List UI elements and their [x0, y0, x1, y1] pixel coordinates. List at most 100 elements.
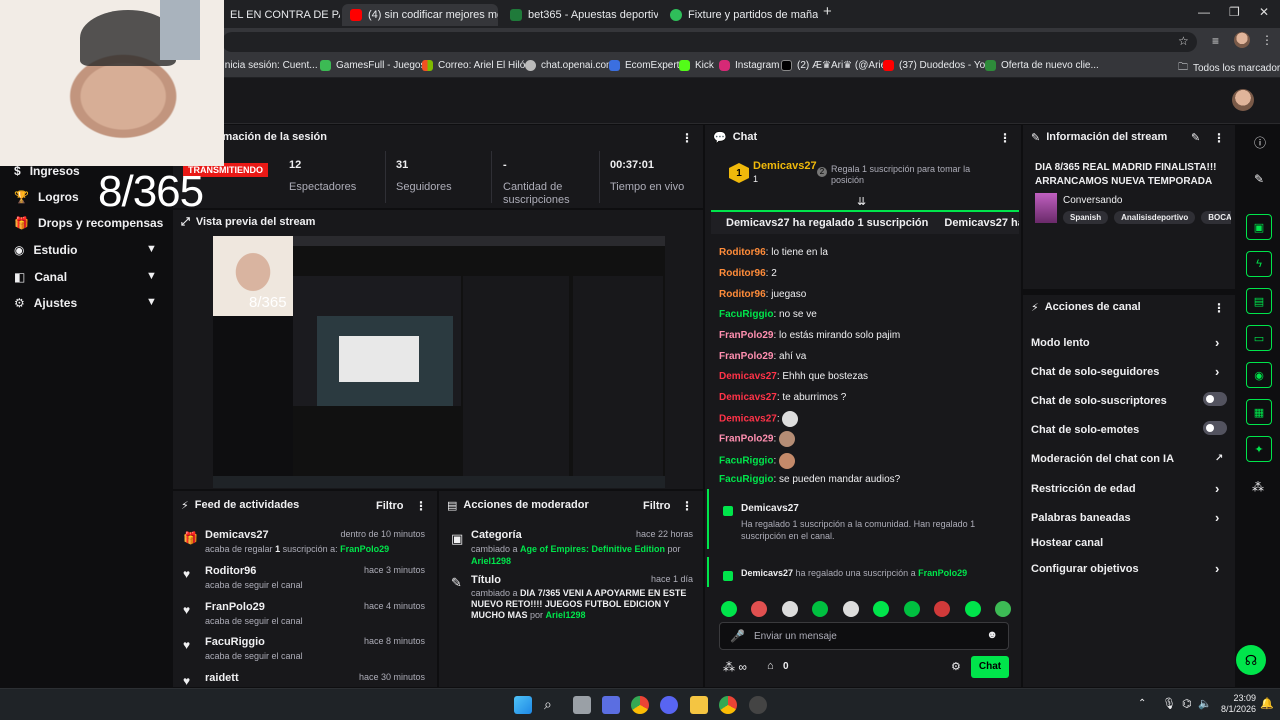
emote-icon[interactable] [964, 601, 981, 617]
action-goals[interactable]: Configurar objetivos › [1031, 561, 1227, 576]
emotes-only-toggle[interactable] [1203, 421, 1227, 435]
fixture-icon [670, 9, 682, 21]
filter-button[interactable]: Filtro [643, 500, 671, 512]
bookmark[interactable]: (37) Duodedos - Yo... [883, 60, 994, 71]
send-chat-button[interactable]: Chat [971, 656, 1009, 678]
chevron-right-icon: › [1215, 561, 1220, 576]
action-host-channel[interactable]: Hostear canal [1031, 537, 1227, 549]
chat-input[interactable]: 🎤 Enviar un mensaje ☻ [719, 622, 1009, 650]
tag[interactable]: Analisisdeportivo [1114, 211, 1196, 224]
menu-icon[interactable]: ⋮ [1261, 33, 1273, 47]
tray-chevron-icon[interactable]: ⌃ [1138, 698, 1146, 709]
emote-icon[interactable] [934, 601, 951, 617]
star-icon[interactable]: ☆ [1178, 34, 1189, 48]
more-icon[interactable]: ⋮ [1213, 131, 1225, 145]
more-icon[interactable]: ⋮ [999, 131, 1011, 145]
stream-category[interactable]: Conversando [1063, 195, 1122, 206]
folder-icon[interactable] [690, 696, 708, 714]
more-icon[interactable]: ⋮ [415, 499, 427, 513]
emote-icon[interactable] [873, 601, 890, 617]
browser-tab[interactable]: bet365 - Apuestas deportivas e✕ [502, 4, 658, 26]
emote-icon[interactable] [994, 601, 1011, 617]
expand-down-icon[interactable]: ⇊ [857, 195, 866, 208]
all-bookmarks[interactable]: 🗀Todos los marcadores [1178, 60, 1280, 77]
emote-icon[interactable] [812, 601, 829, 617]
subs-only-toggle[interactable] [1203, 392, 1227, 406]
task-view-icon[interactable] [573, 696, 591, 714]
user-avatar[interactable] [1232, 89, 1254, 111]
microphone-icon[interactable]: 🎤 [730, 629, 745, 643]
more-icon[interactable]: ⋮ [1213, 301, 1225, 315]
nav-item-estudio[interactable]: ◉ Estudio ▼ [14, 243, 172, 257]
chrome-icon[interactable] [719, 696, 737, 714]
restore-icon[interactable]: ❐ [1229, 5, 1240, 19]
bookmark[interactable]: Oferta de nuevo clie... [985, 60, 1099, 71]
browser-tab-active[interactable]: (4) sin codificar mejores mome✕ [342, 4, 498, 26]
emote-icon[interactable] [781, 601, 798, 617]
search-icon[interactable]: ⌕ [544, 696, 552, 713]
nav-item-ajustes[interactable]: ⚙ Ajustes ▼ [14, 296, 172, 310]
nav-item-logros[interactable]: 🏆 Logros [14, 190, 79, 204]
emote-icon[interactable] [842, 601, 859, 617]
bookmark[interactable]: Correo: Ariel El Hiló... [422, 60, 534, 71]
wrench-icon[interactable]: ✦ [1246, 436, 1272, 462]
clip-icon[interactable]: ▣ [1246, 214, 1272, 240]
obs-icon[interactable] [749, 696, 767, 714]
nav-item-canal[interactable]: ◧ Canal ▼ [14, 270, 172, 284]
volume-icon[interactable]: 🔈 [1198, 697, 1212, 710]
nav-item-ingresos[interactable]: $ Ingresos [14, 164, 80, 178]
action-banned-words[interactable]: Palabras baneadas › [1031, 510, 1227, 525]
bookmark[interactable]: GamesFull - Juegos... [320, 60, 434, 71]
bookmark[interactable]: chat.openai.com [525, 60, 614, 71]
edit-icon[interactable]: ✎ [1191, 131, 1200, 144]
webcam-overlay [0, 0, 224, 166]
emote-icon[interactable] [751, 601, 768, 617]
tag[interactable]: BOCA [1201, 211, 1231, 224]
network-icon[interactable]: ⌬ [1182, 697, 1192, 710]
bookmark[interactable]: EcomExperts [609, 60, 684, 71]
chat-icon[interactable]: ▭ [1246, 325, 1272, 351]
close-window-icon[interactable]: ✕ [1259, 5, 1269, 19]
nav-item-drops[interactable]: 🎁 Drops y recompensas [14, 216, 163, 230]
action-slow-mode[interactable]: Modo lento › [1031, 335, 1227, 350]
bolt-icon[interactable]: ϟ [1246, 251, 1272, 277]
store-icon[interactable] [602, 696, 620, 714]
tag[interactable]: Spanish [1063, 211, 1109, 224]
connections-icon[interactable]: ⁂ [1252, 480, 1264, 494]
document-icon[interactable]: ▤ [1246, 288, 1272, 314]
infinity-icon[interactable]: ⁂ ∞ [723, 660, 747, 674]
emote-icon[interactable] [903, 601, 920, 617]
clock[interactable]: 23:09 8/1/2026 [1220, 693, 1256, 715]
new-tab-button[interactable]: + [823, 3, 832, 20]
layout-icon[interactable]: ▦ [1246, 399, 1272, 425]
bookmark[interactable]: Kick [679, 60, 714, 71]
tab-search-icon[interactable]: ≡ [1212, 34, 1219, 48]
discord-icon[interactable] [660, 696, 678, 714]
filter-button[interactable]: Filtro [376, 500, 404, 512]
browser-tab[interactable]: EL EN CONTRA DE PACHO✕ [222, 4, 340, 26]
mic-icon[interactable]: 🎙 [1162, 697, 1176, 710]
pencil-icon[interactable]: ✎ [1254, 172, 1264, 186]
more-icon[interactable]: ⋮ [681, 499, 693, 513]
action-ai-moderation[interactable]: Moderación del chat con IA ↗ [1031, 453, 1227, 465]
broadcast-icon[interactable]: ◉ [1246, 362, 1272, 388]
windows-start-icon[interactable] [514, 696, 532, 714]
support-headset-icon[interactable]: ☊ [1236, 645, 1266, 675]
more-icon[interactable]: ⋮ [681, 131, 693, 145]
url-input[interactable] [222, 32, 1197, 52]
settings-gear-icon[interactable]: ⚙ [951, 660, 961, 673]
bookmark[interactable]: Inicia sesión: Cuent... [222, 60, 318, 71]
minimize-icon[interactable]: — [1198, 5, 1210, 19]
info-icon[interactable]: ⓘ [1254, 134, 1266, 151]
bookmark[interactable]: Instagram [719, 60, 779, 71]
action-followers-only[interactable]: Chat de solo-seguidores › [1031, 364, 1227, 379]
browser-tab[interactable]: Fixture y partidos de mañana e✕ [662, 4, 818, 26]
bookmark[interactable]: (2) Æ♛Ari♛ (@Arie... [781, 60, 895, 71]
emote-icon[interactable] [721, 601, 737, 617]
action-age-restriction[interactable]: Restricción de edad › [1031, 481, 1227, 496]
chrome-icon[interactable] [631, 696, 649, 714]
profile-avatar[interactable] [1234, 32, 1250, 48]
emoji-icon[interactable]: ☻ [986, 629, 998, 641]
stream-preview-video[interactable]: 8/365 [213, 236, 665, 488]
notification-bell-icon[interactable]: 🔔 [1260, 697, 1274, 710]
